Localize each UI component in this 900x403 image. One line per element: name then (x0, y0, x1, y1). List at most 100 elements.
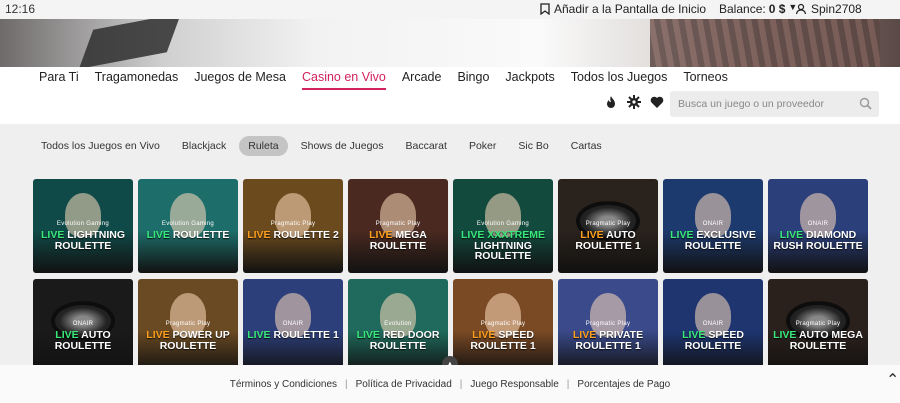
search-box[interactable] (670, 91, 879, 117)
game-title: LIVE MEGA ROULETTE (348, 230, 448, 251)
game-name: LIGHTNING ROULETTE (474, 239, 532, 262)
provider-logo: Pragmatic Play (165, 321, 211, 327)
footer-separator: | (459, 378, 463, 390)
game-title: LIVE LIGHTNING ROULETTE (33, 230, 133, 251)
game-title: LIVE AUTO ROULETTE (33, 330, 133, 351)
footer-link[interactable]: Porcentajes de Pago (577, 379, 670, 390)
category-tab[interactable]: Todos los Juegos en Vivo (32, 136, 169, 156)
nav-item[interactable]: Todos los Juegos (571, 67, 668, 90)
nav-item[interactable]: Tragamonedas (95, 67, 179, 90)
provider-logo: Evolution Gaming (476, 221, 530, 227)
game-title: LIVE PRIVATE ROULETTE 1 (558, 330, 658, 351)
balance-label: Balance: (719, 2, 766, 16)
filter-tools (604, 95, 664, 109)
live-badge: LIVE (146, 229, 170, 241)
game-tile[interactable]: ONAIR LIVE ROULETTE 1 (243, 279, 343, 373)
game-title: LIVE DIAMOND RUSH ROULETTE (768, 230, 868, 251)
main-nav: Para Ti Tragamonedas Juegos de Mesa Casino … (0, 67, 900, 90)
nav-item[interactable]: Arcade (402, 67, 442, 90)
game-tile[interactable]: Pragmatic Play LIVE POWER UP ROULETTE (138, 279, 238, 373)
game-tile[interactable]: Pragmatic Play LIVE PRIVATE ROULETTE 1 (558, 279, 658, 373)
provider-logo: Pragmatic Play (480, 321, 526, 327)
game-name: EXCLUSIVE ROULETTE (684, 229, 756, 252)
game-tile[interactable]: Pragmatic Play LIVE ROULETTE 2 (243, 179, 343, 273)
game-title: LIVE AUTO MEGA ROULETTE (768, 330, 868, 351)
nav-item[interactable]: Para Ti (39, 67, 79, 90)
provider-logo: ONAIR (702, 321, 724, 327)
category-filter: Todos los Juegos en Vivo Blackjack Ruleta S… (32, 136, 611, 156)
footer-link[interactable]: Política de Privacidad (356, 379, 452, 390)
nav-item[interactable]: Bingo (457, 67, 489, 90)
provider-logo: Pragmatic Play (585, 321, 631, 327)
provider-logo: Pragmatic Play (270, 221, 316, 227)
provider-logo: Pragmatic Play (375, 221, 421, 227)
footer-link[interactable]: Juego Responsable (470, 379, 558, 390)
game-tile[interactable]: Pragmatic Play LIVE MEGA ROULETTE (348, 179, 448, 273)
game-tile[interactable]: Pragmatic Play LIVE AUTO ROULETTE 1 (558, 179, 658, 273)
game-tile[interactable]: ONAIR LIVE AUTO ROULETTE (33, 279, 133, 373)
nav-item[interactable]: Jackpots (505, 67, 554, 90)
bookmark-icon (540, 3, 550, 15)
game-tile[interactable]: Evolution LIVE RED DOOR ROULETTE (348, 279, 448, 373)
game-name: POWER UP ROULETTE (159, 329, 230, 352)
footer-link[interactable]: Términos y Condiciones (230, 379, 337, 390)
footer-separator: | (566, 378, 570, 390)
heart-icon[interactable] (650, 95, 664, 109)
category-tab[interactable]: Baccarat (397, 136, 456, 156)
settings-star-icon[interactable] (627, 95, 641, 109)
provider-logo: ONAIR (282, 321, 304, 327)
game-tile[interactable]: Pragmatic Play LIVE SPEED ROULETTE 1 (453, 279, 553, 373)
game-title: LIVE POWER UP ROULETTE (138, 330, 238, 351)
clock: 12:16 (5, 2, 36, 16)
provider-logo: ONAIR (807, 221, 829, 227)
category-tab[interactable]: Poker (460, 136, 505, 156)
category-tab[interactable]: Cartas (562, 136, 611, 156)
search-icon[interactable] (859, 97, 872, 110)
promo-banner[interactable] (0, 19, 900, 67)
game-name: AUTO MEGA ROULETTE (789, 329, 863, 352)
provider-logo: ONAIR (72, 321, 94, 327)
category-tab[interactable]: Ruleta (239, 136, 288, 156)
game-name: RED DOOR ROULETTE (369, 329, 440, 352)
nav-item[interactable]: Torneos (683, 67, 727, 90)
game-title: LIVE EXCLUSIVE ROULETTE (663, 230, 763, 251)
game-title: LIVE XXXTREME LIGHTNING ROULETTE (453, 230, 553, 262)
user-icon (795, 3, 807, 15)
add-to-home-button[interactable]: Añadir a la Pantalla de Inicio (540, 2, 706, 16)
game-tile[interactable]: ONAIR LIVE SPEED ROULETTE (663, 279, 763, 373)
username: Spin2708 (811, 2, 862, 16)
footer-separator: | (345, 378, 348, 390)
top-bar: 12:16 Añadir a la Pantalla de Inicio Bal… (0, 0, 900, 19)
nav-item[interactable]: Casino en Vivo (301, 67, 386, 90)
game-tile[interactable]: ONAIR LIVE DIAMOND RUSH ROULETTE (768, 179, 868, 273)
game-title: LIVE ROULETTE 2 (243, 230, 343, 241)
category-tab[interactable]: Blackjack (173, 136, 235, 156)
live-badge: LIVE (247, 329, 271, 341)
game-name: LIGHTNING ROULETTE (54, 229, 125, 252)
category-tab[interactable]: Sic Bo (509, 136, 557, 156)
balance-display[interactable]: Balance: 0 $ ▼ (719, 2, 797, 16)
game-title: LIVE ROULETTE 1 (243, 330, 343, 341)
back-to-top-icon[interactable]: ⌃ (886, 370, 900, 389)
game-name: ROULETTE 2 (273, 229, 339, 241)
game-title: LIVE ROULETTE (138, 230, 238, 241)
game-tile[interactable]: Evolution Gaming LIVE ROULETTE (138, 179, 238, 273)
provider-logo: Evolution Gaming (161, 221, 215, 227)
balance-value: 0 $ (768, 2, 786, 16)
banner-graphic-right (650, 19, 880, 67)
game-title: LIVE RED DOOR ROULETTE (348, 330, 448, 351)
live-badge: LIVE (247, 229, 271, 241)
user-menu[interactable]: Spin2708 (795, 2, 862, 16)
flame-icon[interactable] (604, 95, 618, 109)
game-tile[interactable]: ONAIR LIVE EXCLUSIVE ROULETTE (663, 179, 763, 273)
game-tile[interactable]: Evolution Gaming LIVE XXXTREME LIGHTNING … (453, 179, 553, 273)
banner-graphic-left (78, 19, 182, 67)
game-name: ROULETTE 1 (273, 329, 339, 341)
game-title: LIVE SPEED ROULETTE (663, 330, 763, 351)
game-tile[interactable]: Evolution Gaming LIVE LIGHTNING ROULETTE (33, 179, 133, 273)
category-tab[interactable]: Shows de Juegos (292, 136, 393, 156)
nav-item[interactable]: Juegos de Mesa (194, 67, 286, 90)
search-input[interactable] (678, 98, 858, 110)
provider-logo: Evolution Gaming (56, 221, 110, 227)
game-tile[interactable]: Pragmatic Play LIVE AUTO MEGA ROULETTE (768, 279, 868, 373)
